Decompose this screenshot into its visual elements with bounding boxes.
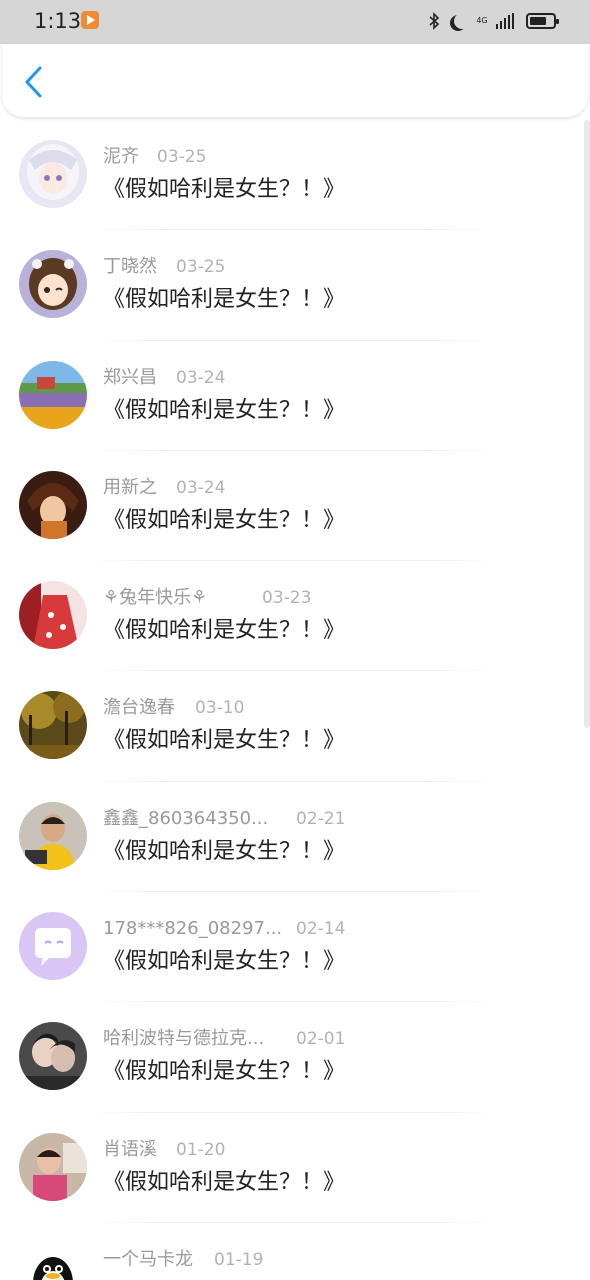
comment-date: 01-19 xyxy=(214,1249,264,1270)
anime-girl-avatar-icon xyxy=(19,140,87,208)
man-photo-avatar-icon xyxy=(19,801,87,870)
list-item[interactable]: ⚘兔年快乐⚘ 03-23 《假如哈利是女生？！》 xyxy=(0,561,590,672)
item-header: 肖语溪 01-20 xyxy=(103,1138,225,1162)
comment-text: 《假如哈利是女生？！》 xyxy=(103,1169,346,1195)
qq-penguin-icon xyxy=(19,1242,87,1280)
anime-boy-avatar-icon xyxy=(19,470,87,539)
comment-text: 《假如哈利是女生？！》 xyxy=(103,728,346,754)
user-name[interactable]: ⚘兔年快乐⚘ xyxy=(103,587,207,608)
chevron-left-icon xyxy=(25,66,42,98)
video-app-icon xyxy=(81,11,99,29)
user-name[interactable]: 鑫鑫_860364350... xyxy=(103,808,268,829)
list-item[interactable]: 澹台逸春 03-10 《假如哈利是女生？！》 xyxy=(0,671,590,782)
list-item[interactable]: 丁晓然 03-25 《假如哈利是女生？！》 xyxy=(0,230,590,341)
comment-text: 《假如哈利是女生？！》 xyxy=(103,507,346,533)
list-item[interactable]: 哈利波特与德拉克... 02-01 《假如哈利是女生？！》 xyxy=(0,1002,590,1113)
user-name[interactable]: 泥齐 xyxy=(103,146,139,167)
comment-date: 03-24 xyxy=(176,367,226,388)
comment-text: 《假如哈利是女生？！》 xyxy=(103,177,346,202)
comment-date: 02-21 xyxy=(296,808,346,829)
status-bar: 1:13 4G xyxy=(0,0,590,44)
user-name[interactable]: 丁晓然 xyxy=(103,256,157,277)
avatar[interactable] xyxy=(19,801,87,870)
comment-list: 泥齐 03-25 《假如哈利是女生？！》 丁晓然 03-25 《假如哈利是女生？… xyxy=(0,120,590,1280)
list-item[interactable]: 鑫鑫_860364350... 02-21 《假如哈利是女生？！》 xyxy=(0,782,590,893)
autumn-forest-avatar-icon xyxy=(19,691,87,760)
couple-photo-avatar-icon xyxy=(19,1022,87,1091)
item-header: 一个马卡龙 01-19 xyxy=(103,1248,263,1272)
item-header: ⚘兔年快乐⚘ 03-23 xyxy=(103,586,311,610)
avatar[interactable] xyxy=(19,581,87,650)
bluetooth-icon xyxy=(429,12,440,30)
status-icons: 4G xyxy=(428,8,559,34)
comment-date: 02-01 xyxy=(296,1029,346,1050)
user-name[interactable]: 郑兴昌 xyxy=(103,367,157,388)
avatar[interactable] xyxy=(19,140,87,208)
list-item[interactable]: 一个马卡龙 01-19 xyxy=(0,1223,590,1280)
item-header: 泥齐 03-25 xyxy=(103,145,206,169)
item-header: 哈利波特与德拉克... 02-01 xyxy=(103,1027,345,1051)
comment-date: 03-25 xyxy=(157,147,207,167)
comment-date: 03-24 xyxy=(176,477,226,498)
user-name[interactable]: 哈利波特与德拉克... xyxy=(103,1028,264,1049)
list-item[interactable]: 用新之 03-24 《假如哈利是女生？！》 xyxy=(0,451,590,562)
comment-date: 03-25 xyxy=(176,257,226,278)
comment-text: 《假如哈利是女生？！》 xyxy=(103,397,346,423)
back-button[interactable] xyxy=(16,64,52,100)
avatar[interactable] xyxy=(19,691,87,760)
comment-text: 《假如哈利是女生？！》 xyxy=(103,838,346,864)
list-item[interactable]: 郑兴昌 03-24 《假如哈利是女生？！》 xyxy=(0,341,590,451)
chat-bubble-icon xyxy=(19,912,87,981)
user-name[interactable]: 肖语溪 xyxy=(103,1139,157,1160)
anime-girl-wink-avatar-icon xyxy=(19,250,87,319)
red-dress-avatar-icon xyxy=(19,581,87,650)
avatar[interactable] xyxy=(19,1242,87,1280)
item-header: 郑兴昌 03-24 xyxy=(103,366,225,390)
scrollbar[interactable] xyxy=(584,120,590,728)
comment-date: 01-20 xyxy=(176,1139,226,1160)
status-time: 1:13 xyxy=(34,9,82,33)
list-item[interactable]: 泥齐 03-25 《假如哈利是女生？！》 xyxy=(0,120,590,231)
avatar[interactable] xyxy=(19,250,87,319)
comment-text: 《假如哈利是女生？！》 xyxy=(103,949,346,975)
network-type-label: 4G xyxy=(476,16,488,25)
list-item[interactable]: 肖语溪 01-20 《假如哈利是女生？！》 xyxy=(0,1113,590,1223)
signal-icon xyxy=(496,13,514,29)
child-photo-avatar-icon xyxy=(19,1132,87,1201)
comment-text: 《假如哈利是女生？！》 xyxy=(103,287,346,313)
avatar[interactable] xyxy=(19,1022,87,1091)
nav-bar xyxy=(2,44,588,118)
item-header: 用新之 03-24 xyxy=(103,476,225,500)
battery-icon xyxy=(526,13,559,29)
comment-date: 03-10 xyxy=(195,698,245,719)
user-name[interactable]: 用新之 xyxy=(103,477,157,498)
comment-text: 《假如哈利是女生？！》 xyxy=(103,618,346,644)
user-name[interactable]: 178***826_08297... xyxy=(103,918,282,939)
item-header: 丁晓然 03-25 xyxy=(103,255,225,279)
item-header: 鑫鑫_860364350... 02-21 xyxy=(103,807,345,831)
comment-date: 02-14 xyxy=(296,919,346,940)
comment-date: 03-23 xyxy=(262,588,312,609)
item-header: 澹台逸春 03-10 xyxy=(103,696,244,720)
landscape-avatar-icon xyxy=(19,360,87,429)
do-not-disturb-icon xyxy=(454,13,470,29)
user-name[interactable]: 澹台逸春 xyxy=(103,697,175,718)
avatar[interactable] xyxy=(19,912,87,981)
avatar[interactable] xyxy=(19,1132,87,1201)
comment-text: 《假如哈利是女生？！》 xyxy=(103,1059,346,1085)
user-name[interactable]: 一个马卡龙 xyxy=(103,1249,193,1270)
avatar[interactable] xyxy=(19,470,87,539)
list-item[interactable]: 178***826_08297... 02-14 《假如哈利是女生？！》 xyxy=(0,892,590,1003)
avatar[interactable] xyxy=(19,360,87,429)
item-header: 178***826_08297... 02-14 xyxy=(103,917,345,941)
